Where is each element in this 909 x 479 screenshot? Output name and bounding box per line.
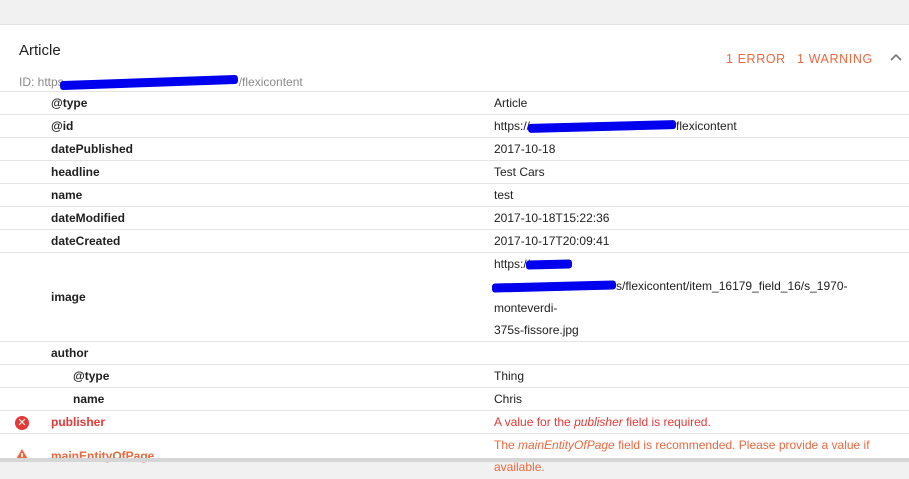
table-row: author: [0, 341, 909, 365]
property-value: Test Cars: [494, 160, 909, 184]
property-value: https:// flexicontent: [494, 114, 909, 138]
property-key: image: [44, 252, 494, 342]
property-value: https:// s/flexicontent/item_16179_field…: [491, 252, 909, 342]
table-row: datePublished 2017-10-18: [0, 137, 909, 161]
property-key: name: [44, 387, 494, 411]
table-row: dateCreated 2017-10-17T20:09:41: [0, 229, 909, 253]
item-type-title: Article: [19, 42, 61, 59]
property-key: @type: [44, 91, 494, 115]
redaction-mark: [525, 259, 573, 270]
table-row: name test: [0, 183, 909, 207]
message-field: publisher: [574, 415, 623, 429]
redaction-mark: [527, 120, 677, 134]
id-value-prefix: https://: [494, 119, 531, 133]
table-row: image https:// s/flexicontent/item_16179…: [0, 252, 909, 342]
property-key: author: [44, 341, 494, 365]
item-id-suffix: /flexicontent: [238, 75, 303, 89]
table-row: headline Test Cars: [0, 160, 909, 184]
message-field: mainEntityOfPage: [518, 438, 615, 453]
property-value: Thing: [494, 364, 909, 388]
table-row: @type Article: [0, 91, 909, 115]
redaction-mark: [491, 280, 617, 293]
redaction-mark: [59, 75, 238, 91]
warning-message: The mainEntityOfPage field is recommende…: [494, 433, 909, 479]
property-value: 2017-10-18: [494, 137, 909, 161]
item-id: ID: https/flexicontent: [19, 75, 303, 91]
image-value-line1: https://: [494, 257, 531, 271]
table-row: @type Thing: [0, 364, 909, 388]
property-key: headline: [44, 160, 494, 184]
property-key: datePublished: [44, 137, 494, 161]
error-icon: ✕: [15, 415, 29, 430]
property-key: name: [44, 183, 494, 207]
table-row: dateModified 2017-10-18T15:22:36: [0, 206, 909, 230]
property-value: 2017-10-18T15:22:36: [494, 206, 909, 230]
table-row: @id https:// flexicontent: [0, 114, 909, 138]
chevron-up-icon[interactable]: [889, 52, 903, 62]
property-value: test: [494, 183, 909, 207]
warning-row[interactable]: mainEntityOfPage The mainEntityOfPage fi…: [0, 433, 909, 479]
id-value-suffix: flexicontent: [676, 119, 737, 133]
structured-data-card: Article ID: https/flexicontent 1 ERROR 1…: [0, 24, 909, 479]
warning-count[interactable]: 1 WARNING: [797, 52, 873, 66]
error-count[interactable]: 1 ERROR: [726, 52, 786, 66]
property-table: @type Article @id https:// flexicontent d…: [0, 91, 909, 479]
property-key: mainEntityOfPage: [44, 433, 494, 479]
property-key: dateModified: [44, 206, 494, 230]
item-id-prefix: ID: https: [19, 75, 64, 89]
property-value: 2017-10-17T20:09:41: [494, 229, 909, 253]
error-message: A value for the publisher field is requi…: [494, 410, 909, 434]
message-text: The: [494, 438, 519, 453]
property-value: Chris: [494, 387, 909, 411]
property-value: Article: [494, 91, 909, 115]
table-row: name Chris: [0, 387, 909, 411]
message-text: A value for the: [494, 415, 575, 429]
property-key: @id: [44, 114, 494, 138]
property-key: dateCreated: [44, 229, 494, 253]
error-row[interactable]: ✕ publisher A value for the publisher fi…: [0, 410, 909, 434]
property-key: publisher: [44, 410, 494, 434]
message-text: field is required.: [622, 415, 711, 429]
image-value-line3: 375s-fissore.jpg: [494, 323, 579, 337]
card-bottom-edge: [0, 458, 909, 462]
property-key: @type: [44, 364, 494, 388]
